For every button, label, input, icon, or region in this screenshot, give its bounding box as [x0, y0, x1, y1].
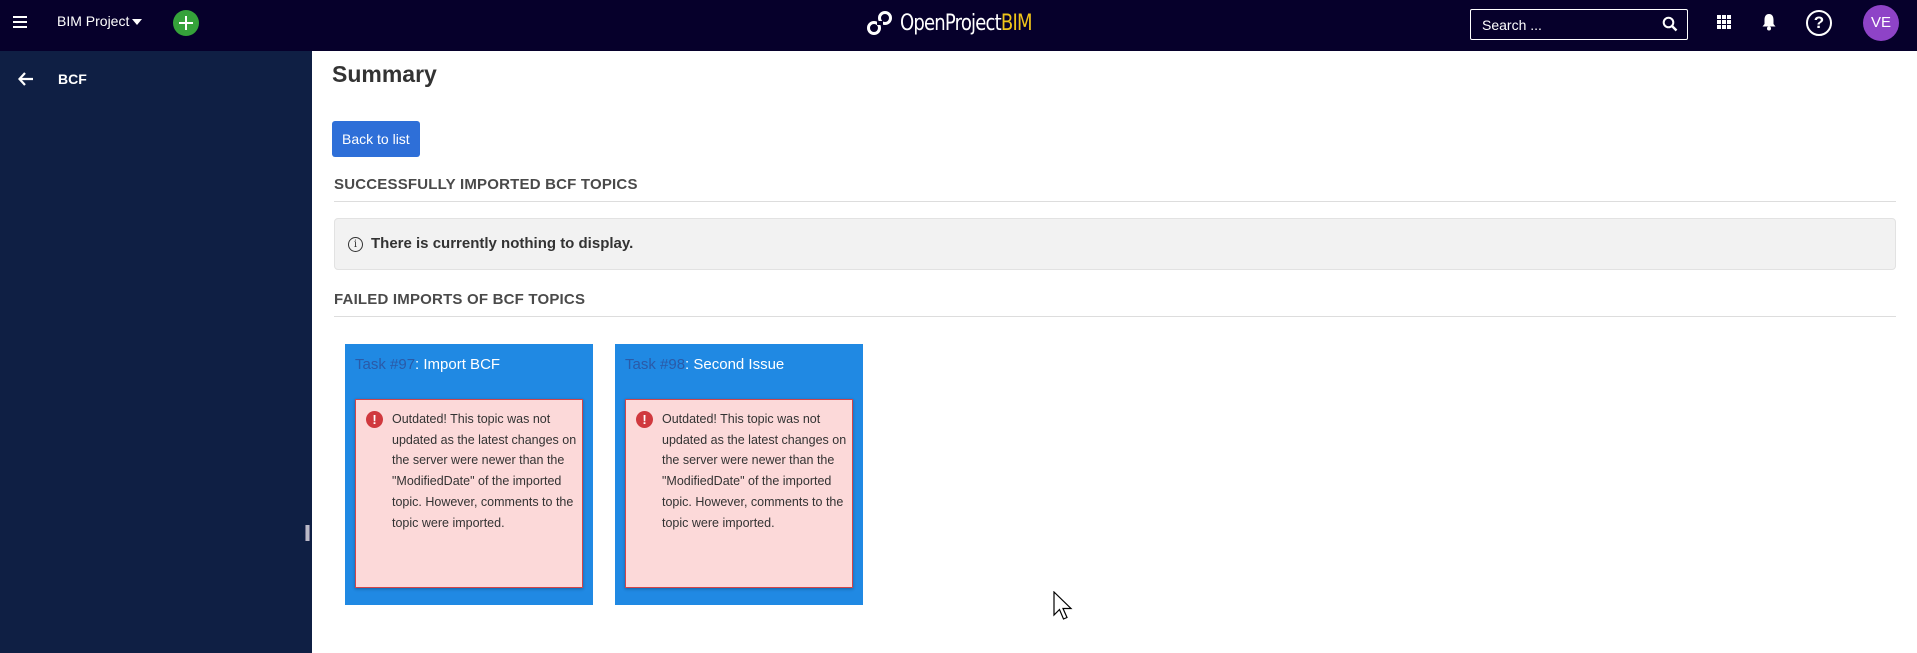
failed-topic-card: Task #98: Second Issue ! Outdated! This …: [615, 344, 863, 605]
project-selector[interactable]: BIM Project: [57, 13, 143, 29]
success-section-title: SUCCESSFULLY IMPORTED BCF TOPICS: [334, 176, 638, 193]
help-icon[interactable]: ?: [1806, 10, 1832, 36]
task-subject: : Second Issue: [685, 356, 785, 373]
error-message-box: ! Outdated! This topic was not updated a…: [625, 399, 853, 588]
error-icon: !: [366, 411, 383, 428]
add-button[interactable]: [173, 10, 199, 36]
top-header: BIM Project OpenProjectBIM ? VE: [0, 0, 1917, 51]
task-link[interactable]: Task #98: [625, 356, 685, 373]
search-box: [1470, 9, 1688, 40]
user-avatar[interactable]: VE: [1863, 5, 1899, 41]
sidebar-title: BCF: [58, 71, 87, 87]
page-title: Summary: [332, 61, 437, 87]
sidebar-resize-handle[interactable]: [305, 525, 310, 541]
project-name: BIM Project: [57, 13, 130, 29]
failed-topic-card: Task #97: Import BCF ! Outdated! This to…: [345, 344, 593, 605]
section-divider: [334, 201, 1896, 202]
card-title: Task #98: Second Issue: [625, 356, 784, 373]
task-link[interactable]: Task #97: [355, 356, 415, 373]
search-icon[interactable]: [1662, 16, 1678, 32]
logo-icon: [867, 11, 892, 35]
info-icon: i: [348, 237, 363, 252]
sidebar: BCF: [0, 51, 312, 653]
card-title: Task #97: Import BCF: [355, 356, 500, 373]
error-text: Outdated! This topic was not updated as …: [662, 412, 847, 530]
modules-grid-icon[interactable]: [1717, 15, 1731, 29]
error-message-box: ! Outdated! This topic was not updated a…: [355, 399, 583, 588]
logo-text: OpenProjectBIM: [900, 10, 1032, 36]
hamburger-menu-icon[interactable]: [13, 16, 27, 28]
empty-message: There is currently nothing to display.: [371, 235, 634, 252]
empty-notice: i There is currently nothing to display.: [334, 218, 1896, 270]
logo[interactable]: OpenProjectBIM: [866, 8, 1061, 38]
back-arrow-icon[interactable]: [18, 72, 34, 86]
task-subject: : Import BCF: [415, 356, 501, 373]
main-content: Summary Back to list SUCCESSFULLY IMPORT…: [312, 51, 1917, 653]
failed-section-title: FAILED IMPORTS OF BCF TOPICS: [334, 291, 586, 308]
error-text: Outdated! This topic was not updated as …: [392, 412, 577, 530]
mouse-cursor-icon: [1053, 591, 1073, 620]
error-icon: !: [636, 411, 653, 428]
section-divider: [334, 316, 1896, 317]
search-input[interactable]: [1471, 10, 1661, 39]
back-to-list-button[interactable]: Back to list: [332, 121, 420, 157]
caret-down-icon: [132, 19, 143, 26]
notification-bell-icon[interactable]: [1761, 13, 1777, 31]
